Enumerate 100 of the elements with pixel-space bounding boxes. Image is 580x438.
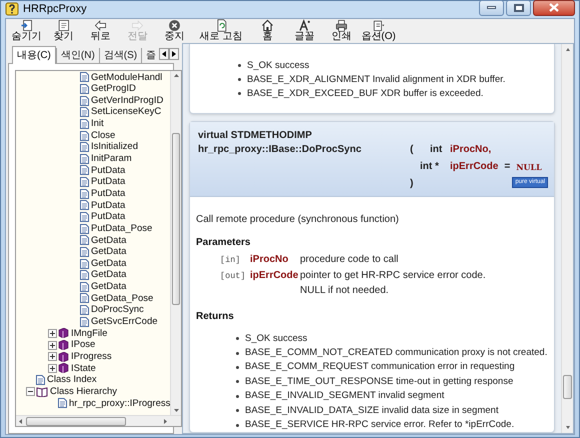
tree-item[interactable]: GetProgID bbox=[91, 84, 136, 94]
tree-item[interactable]: PutData bbox=[91, 177, 126, 187]
tree-item[interactable]: IsInitialized bbox=[91, 142, 138, 152]
bullet-icon bbox=[236, 366, 239, 369]
equals-sign: = bbox=[504, 160, 510, 174]
tab-scroll-right-button[interactable] bbox=[169, 48, 180, 60]
parameters-heading: Parameters bbox=[196, 236, 252, 250]
bullet-icon bbox=[236, 409, 239, 412]
expand-icon[interactable] bbox=[48, 340, 56, 350]
tree-item[interactable]: PutData bbox=[91, 166, 126, 176]
default-value: NULL bbox=[516, 161, 542, 173]
tree-item[interactable]: GetData bbox=[91, 247, 126, 257]
tab[interactable]: 내용(C) bbox=[12, 46, 56, 64]
tree-item[interactable]: IState bbox=[71, 364, 96, 374]
tree-item[interactable]: GetModuleHandl bbox=[91, 72, 162, 82]
options-icon bbox=[372, 18, 385, 32]
help-icon bbox=[5, 2, 19, 16]
tree-item[interactable]: GetData bbox=[91, 270, 126, 280]
tree-item[interactable]: IPose bbox=[71, 340, 96, 350]
tree-item[interactable]: Class Hierarchy bbox=[50, 386, 118, 396]
return-value: S_OK success bbox=[245, 332, 308, 345]
page-icon bbox=[80, 84, 89, 94]
return-value: BASE_E_TIME_OUT_RESPONSE time-out in getting response bbox=[245, 376, 514, 388]
printer-icon bbox=[335, 18, 348, 32]
expand-icon[interactable] bbox=[48, 328, 56, 338]
return-value: BASE_E_INVALID_DATA_SIZE invalid data size in segment bbox=[245, 404, 498, 417]
tree-item[interactable]: GetData bbox=[91, 258, 126, 268]
scrollbar-thumb[interactable] bbox=[563, 375, 572, 400]
bullet-icon bbox=[236, 394, 239, 398]
tree-item[interactable]: IMngFile bbox=[71, 328, 108, 338]
tree-item[interactable]: IProgress bbox=[71, 352, 112, 362]
description: Call remote procedure (synchronous function) bbox=[196, 212, 400, 226]
close-button[interactable] bbox=[533, 0, 575, 16]
find-icon bbox=[57, 18, 70, 32]
toolbar-button[interactable]: 중지 bbox=[156, 18, 193, 42]
tree-item[interactable]: GetData_Pose bbox=[91, 294, 154, 304]
font-icon bbox=[298, 18, 311, 32]
return-value: BASE_E_SERVICE HR-RPC service error. Refer to *ipErrCode. bbox=[245, 419, 514, 432]
left-triangle-icon bbox=[162, 51, 166, 57]
return-value: BASE_E_INVALID_SEGMENT invalid segment bbox=[245, 390, 444, 402]
bullet-icon bbox=[236, 352, 239, 355]
book-icon bbox=[58, 363, 69, 374]
toolbar-button[interactable]: 숨기기 bbox=[8, 18, 45, 42]
scrollbar-thumb[interactable] bbox=[172, 132, 180, 304]
param-type: int bbox=[430, 142, 444, 156]
page-icon bbox=[80, 72, 89, 82]
page-icon bbox=[80, 96, 89, 106]
page-icon bbox=[80, 200, 89, 210]
tree-item[interactable]: SetLicenseKeyC bbox=[91, 107, 162, 117]
param-description: pointer to get HR-RPC service error code. bbox=[300, 268, 487, 282]
window-title: HRRpcProxy bbox=[23, 2, 87, 17]
right-arrow-icon bbox=[131, 18, 144, 32]
minimize-button[interactable] bbox=[479, 0, 504, 16]
tree-item[interactable]: DoProcSync bbox=[91, 305, 144, 315]
toolbar-button[interactable]: 글꼴 bbox=[286, 18, 323, 42]
toolbar-button[interactable]: 홈 bbox=[249, 18, 286, 42]
book-icon bbox=[58, 328, 69, 338]
toolbar-button[interactable]: 새로 고침 bbox=[193, 18, 249, 42]
tab-scroll-left-button[interactable] bbox=[159, 48, 170, 60]
tab[interactable]: 색인(N) bbox=[56, 48, 99, 63]
bullet-icon bbox=[238, 78, 241, 81]
page-icon bbox=[80, 154, 89, 164]
tree-item[interactable]: PutData bbox=[91, 188, 126, 198]
tree-item[interactable]: PutData bbox=[91, 212, 126, 222]
tree-item[interactable]: Class Index bbox=[47, 375, 97, 385]
toolbar-button[interactable]: 옵션(O) bbox=[360, 18, 397, 42]
expand-icon[interactable] bbox=[48, 364, 56, 373]
param-name: ipErrCode bbox=[450, 160, 498, 174]
tree-item[interactable]: PutData bbox=[91, 200, 126, 210]
right-triangle-icon bbox=[172, 51, 176, 57]
page-icon bbox=[80, 212, 89, 222]
page-icon bbox=[80, 142, 89, 152]
collapse-icon[interactable] bbox=[26, 387, 34, 396]
page-icon bbox=[80, 316, 89, 327]
close-icon bbox=[549, 3, 559, 12]
page-icon bbox=[80, 188, 89, 199]
expand-icon[interactable] bbox=[48, 352, 56, 362]
tree-item[interactable]: GetSvcErrCode bbox=[91, 317, 158, 327]
tree-item[interactable]: hr_rpc_proxy::IProgress bbox=[69, 398, 170, 408]
param-name: ipErrCode bbox=[249, 268, 300, 282]
tree-item[interactable]: GetData bbox=[91, 282, 126, 292]
tree-item[interactable]: Close bbox=[91, 130, 116, 140]
page-icon bbox=[80, 118, 89, 129]
horizontal-scrollbar[interactable] bbox=[16, 415, 182, 426]
tab[interactable]: 검색(S) bbox=[98, 48, 142, 63]
tree-item[interactable]: GetVerIndProgID bbox=[91, 96, 164, 106]
tree-item[interactable]: GetData bbox=[91, 236, 126, 246]
scrollbar-thumb[interactable] bbox=[26, 416, 126, 426]
tree-item[interactable]: InitParam bbox=[91, 154, 132, 164]
toolbar-button[interactable]: 인쇄 bbox=[323, 18, 360, 42]
page-icon bbox=[80, 246, 89, 257]
toolbar-button[interactable]: 뒤로 bbox=[82, 18, 119, 42]
maximize-button[interactable] bbox=[506, 0, 531, 16]
bullet-icon bbox=[236, 424, 239, 427]
tree-item[interactable]: Init bbox=[91, 119, 104, 129]
vertical-scrollbar[interactable] bbox=[561, 44, 573, 434]
tree-item[interactable]: PutData_Pose bbox=[91, 224, 152, 234]
vertical-scrollbar[interactable] bbox=[170, 70, 182, 416]
toolbar-button[interactable]: 찾기 bbox=[45, 18, 82, 42]
bullet-icon bbox=[238, 64, 241, 67]
